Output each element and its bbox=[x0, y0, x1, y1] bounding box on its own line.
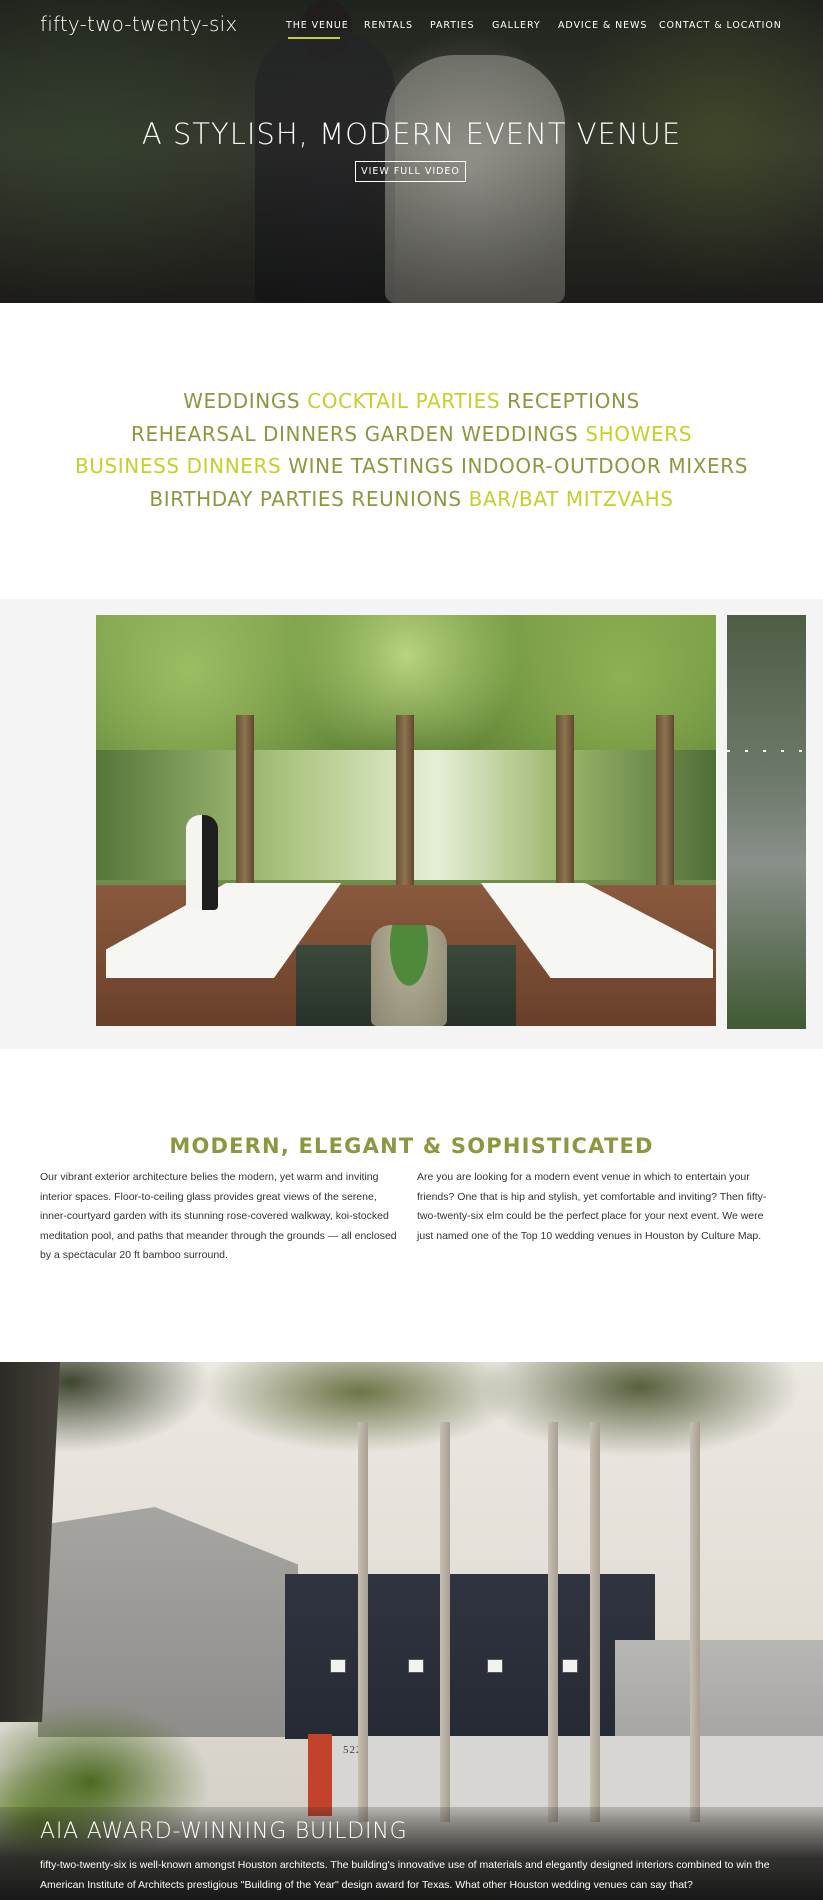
nav-item-the-venue[interactable]: THE VENUE bbox=[286, 20, 349, 31]
photo-palm-trunk bbox=[548, 1422, 558, 1822]
event-type-item: WINE TASTINGS bbox=[288, 454, 455, 478]
nav-item-advice-news[interactable]: ADVICE & NEWS bbox=[558, 20, 647, 31]
main-nav: THE VENUE RENTALS PARTIES GALLERY ADVICE… bbox=[0, 20, 823, 40]
photo-front-wall bbox=[325, 1736, 823, 1816]
event-type-item: BUSINESS DINNERS bbox=[74, 454, 282, 478]
photo-string-lights bbox=[727, 750, 806, 752]
view-full-video-button[interactable]: VIEW FULL VIDEO bbox=[355, 161, 466, 182]
event-type-item: RECEPTIONS bbox=[507, 389, 640, 413]
event-types-line: REHEARSAL DINNERS GARDEN WEDDINGS SHOWER… bbox=[0, 418, 823, 451]
event-type-item: REHEARSAL DINNERS bbox=[130, 421, 358, 446]
photo-wedding-couple bbox=[186, 815, 218, 910]
photo-palm-trunk bbox=[690, 1422, 700, 1822]
event-type-item: BIRTHDAY PARTIES bbox=[149, 486, 345, 511]
about-text-right: Are you are looking for a modern event v… bbox=[417, 1171, 767, 1242]
nav-item-parties[interactable]: PARTIES bbox=[430, 20, 474, 31]
building-section-title: AIA AWARD-WINNING BUILDING bbox=[40, 1819, 408, 1844]
hero-title: A STYLISH, MODERN EVENT VENUE bbox=[141, 117, 682, 151]
photo-planter bbox=[371, 925, 447, 1026]
hero-video-banner: fifty-two-twenty-six THE VENUE RENTALS P… bbox=[0, 0, 823, 303]
photo-palm-trunk bbox=[590, 1422, 600, 1822]
event-type-item: REUNIONS bbox=[351, 486, 462, 511]
event-types-line: WEDDINGS COCKTAIL PARTIES RECEPTIONS bbox=[0, 385, 823, 418]
event-type-item: INDOOR-OUTDOOR MIXERS bbox=[461, 454, 749, 478]
event-types-line: BIRTHDAY PARTIES REUNIONS BAR/BAT MITZVA… bbox=[0, 483, 823, 516]
photo-window bbox=[408, 1659, 424, 1673]
photo-building-right-wing bbox=[615, 1640, 823, 1740]
hero-overlay bbox=[0, 0, 823, 303]
photo-window bbox=[330, 1659, 346, 1673]
event-types-list: WEDDINGS COCKTAIL PARTIES RECEPTIONS REHE… bbox=[0, 385, 823, 515]
photo-window bbox=[487, 1659, 503, 1673]
event-type-item: SHOWERS bbox=[585, 421, 692, 446]
photo-palm-trunk bbox=[440, 1422, 450, 1822]
building-section-text: fifty-two-twenty-six is well-known among… bbox=[40, 1859, 770, 1891]
about-text-left: Our vibrant exterior architecture belies… bbox=[40, 1171, 397, 1261]
about-section-title: MODERN, ELEGANT & SOPHISTICATED bbox=[169, 1134, 654, 1158]
event-types-line: BUSINESS DINNERS WINE TASTINGS INDOOR-OU… bbox=[0, 450, 823, 483]
nav-item-gallery[interactable]: GALLERY bbox=[492, 20, 541, 31]
event-type-item: WEDDINGS bbox=[183, 389, 301, 413]
event-type-item: COCKTAIL PARTIES bbox=[307, 389, 501, 413]
photo-red-door bbox=[308, 1734, 332, 1816]
nav-item-rentals[interactable]: RENTALS bbox=[364, 20, 413, 31]
nav-active-indicator bbox=[288, 37, 340, 39]
event-type-item: GARDEN WEDDINGS bbox=[364, 421, 579, 446]
event-type-item: BAR/BAT MITZVAHS bbox=[468, 486, 674, 511]
photo-carousel[interactable] bbox=[0, 599, 823, 1049]
carousel-slide-next-photo[interactable] bbox=[727, 615, 806, 1029]
photo-window bbox=[562, 1659, 578, 1673]
photo-palm-trunk bbox=[358, 1422, 368, 1822]
carousel-slide-courtyard-photo[interactable] bbox=[96, 615, 716, 1026]
nav-item-contact-location[interactable]: CONTACT & LOCATION bbox=[659, 20, 782, 31]
